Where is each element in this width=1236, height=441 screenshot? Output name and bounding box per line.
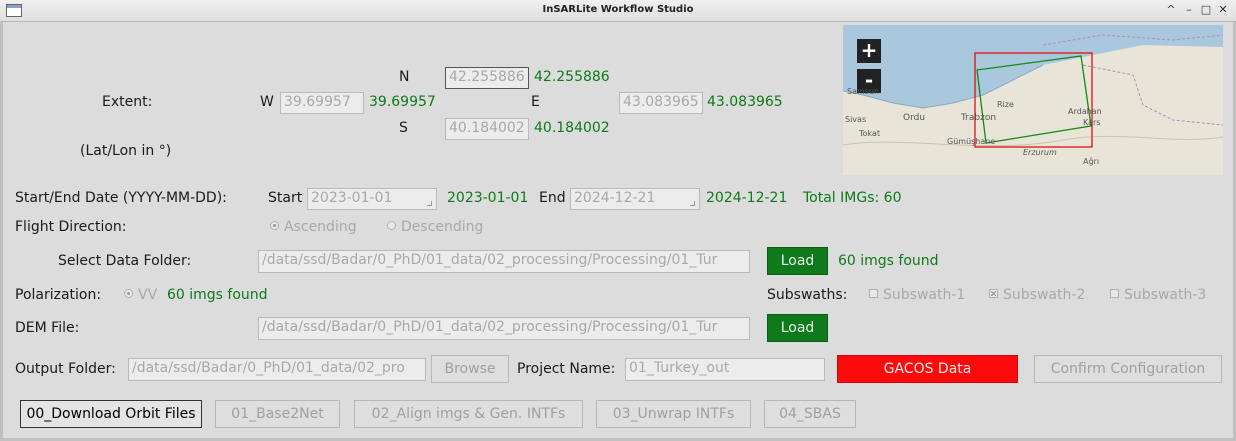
east-input[interactable]: 43.083965 (619, 92, 703, 114)
extent-unit-label: (Lat/Lon in °) (80, 143, 172, 159)
extent-label: Extent: (102, 94, 153, 110)
map-label-ardahan: Ardahan (1068, 107, 1102, 116)
descending-radio[interactable]: Descending (387, 219, 483, 235)
browse-button[interactable]: Browse (431, 355, 509, 383)
end-date-input[interactable]: 2024-12-21 (570, 188, 700, 210)
title-bar: InSARLite Workflow Studio ^ – □ ✕ (0, 0, 1236, 22)
polarization-vv-radio[interactable]: VV (124, 287, 157, 303)
start-date-input[interactable]: 2023-01-01 (307, 188, 437, 210)
window-title: InSARLite Workflow Studio (542, 4, 694, 15)
data-folder-load-button[interactable]: Load (767, 247, 828, 275)
extent-map[interactable]: + - Ordu Trabzon Rize Ardahan Kars Tokat… (843, 25, 1223, 175)
descending-label: Descending (401, 219, 484, 235)
output-folder-label: Output Folder: (15, 361, 116, 377)
step-sbas-button[interactable]: 04_SBAS (764, 400, 856, 428)
checkbox-icon (1110, 289, 1119, 298)
subswath-3-label: Subswath-3 (1124, 287, 1207, 303)
step-align-button[interactable]: 02_Align imgs & Gen. INTFs (354, 400, 583, 428)
ascending-radio[interactable]: Ascending (270, 219, 357, 235)
data-folder-label: Select Data Folder: (58, 253, 192, 269)
close-button[interactable]: ✕ (1216, 3, 1230, 16)
north-value: 42.255886 (534, 69, 610, 85)
north-input[interactable]: 42.255886 (445, 67, 529, 89)
subswath-2-label: Subswath-2 (1003, 287, 1086, 303)
step-download-orbit-button[interactable]: 00_Download Orbit Files (20, 400, 202, 428)
south-label: S (399, 120, 408, 136)
dem-file-label: DEM File: (15, 320, 80, 336)
zoom-in-button[interactable]: + (857, 39, 881, 63)
confirm-configuration-button[interactable]: Confirm Configuration (1034, 355, 1222, 383)
project-name-input[interactable]: 01_Turkey_out (625, 358, 825, 381)
shade-button[interactable]: ^ (1164, 3, 1178, 16)
subswath-2-checkbox[interactable]: Subswath-2 (989, 287, 1085, 303)
map-label-erzurum: Erzurum (1023, 148, 1057, 157)
flight-direction-label: Flight Direction: (15, 219, 127, 235)
gacos-data-button[interactable]: GACOS Data (837, 355, 1018, 383)
radio-selected-icon (270, 221, 279, 230)
map-label-ordu: Ordu (903, 113, 926, 123)
south-value: 40.184002 (534, 120, 610, 136)
step-base2net-button[interactable]: 01_Base2Net (215, 400, 340, 428)
west-value: 39.69957 (369, 94, 436, 110)
map-label-trabzon: Trabzon (961, 113, 997, 123)
subswath-1-label: Subswath-1 (883, 287, 966, 303)
end-date-label: End (539, 190, 566, 206)
ascending-label: Ascending (284, 219, 357, 235)
minimize-button[interactable]: – (1182, 3, 1196, 16)
west-label: W (260, 94, 274, 110)
south-input[interactable]: 40.184002 (445, 118, 529, 140)
polarization-status: 60 imgs found (167, 287, 268, 303)
radio-selected-icon (124, 289, 133, 298)
map-label-agri: Ağrı (1083, 157, 1100, 166)
map-label-kars: Kars (1083, 118, 1101, 127)
subswath-3-checkbox[interactable]: Subswath-3 (1110, 287, 1206, 303)
radio-icon (387, 221, 396, 230)
map-label-tokat: Tokat (859, 129, 880, 138)
start-date-label: Start (268, 190, 303, 206)
data-folder-input[interactable]: /data/ssd/Badar/0_PhD/01_data/02_process… (258, 250, 750, 273)
map-label-sivas: Sivas (845, 115, 867, 124)
data-folder-status: 60 imgs found (838, 253, 939, 269)
output-folder-input[interactable]: /data/ssd/Badar/0_PhD/01_data/02_pro (128, 358, 426, 381)
border-line-2 (1082, 64, 1223, 126)
map-label-gumushane: Gümüşhane (947, 137, 996, 146)
start-date-value: 2023-01-01 (447, 190, 529, 206)
date-range-label: Start/End Date (YYYY-MM-DD): (15, 190, 227, 206)
dem-file-input[interactable]: /data/ssd/Badar/0_PhD/01_data/02_process… (258, 317, 750, 340)
maximize-button[interactable]: □ (1199, 3, 1213, 16)
map-label-rize: Rize (997, 100, 1014, 109)
step-unwrap-button[interactable]: 03_Unwrap INTFs (596, 400, 751, 428)
dem-load-button[interactable]: Load (767, 314, 828, 342)
east-value: 43.083965 (707, 94, 783, 110)
checkbox-icon (869, 289, 878, 298)
total-images: Total IMGs: 60 (803, 190, 902, 206)
end-date-value: 2024-12-21 (706, 190, 788, 206)
polarization-label: Polarization: (15, 287, 102, 303)
terrain-line (843, 135, 1223, 147)
black-sea (843, 25, 1223, 108)
project-name-label: Project Name: (517, 361, 616, 377)
north-label: N (399, 69, 410, 85)
subswaths-label: Subswaths: (767, 287, 848, 303)
west-input[interactable]: 39.69957 (280, 92, 364, 114)
map-label-samsun: Samsun (847, 87, 880, 96)
polarization-vv-label: VV (138, 287, 158, 303)
east-label: E (531, 94, 540, 110)
subswath-1-checkbox[interactable]: Subswath-1 (869, 287, 965, 303)
checkbox-checked-icon (989, 289, 998, 298)
